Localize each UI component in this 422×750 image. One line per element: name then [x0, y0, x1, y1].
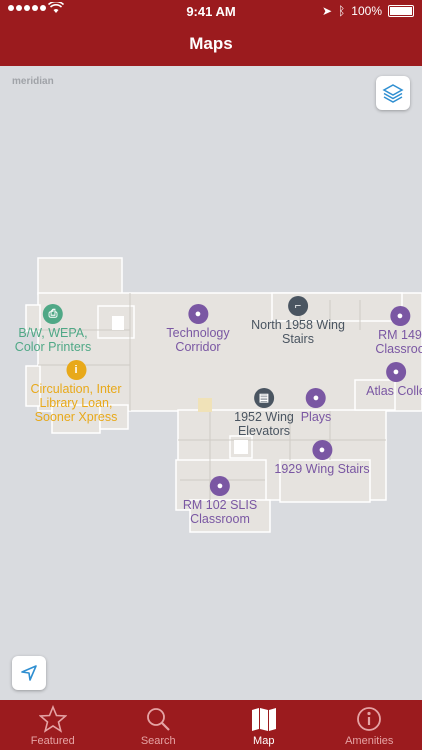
location-pin-icon: ● [312, 440, 332, 460]
tab-label: Amenities [345, 735, 394, 747]
search-icon [147, 708, 171, 731]
tab-label: Map [253, 735, 275, 747]
poi-1929-stairs[interactable]: ● 1929 Wing Stairs [274, 440, 370, 476]
location-pin-icon: ● [305, 388, 326, 408]
tab-bar: Featured Search Map Amenities [0, 700, 422, 750]
location-arrow-icon: ➤ [322, 4, 333, 18]
poi-north-1958-stairs[interactable]: ⌐ North 1958 Wing Stairs [251, 296, 345, 346]
poi-bw-wepa-printers[interactable]: ⎙ B/W, WEPA, Color Printers [15, 304, 91, 354]
tab-label: Search [140, 735, 176, 747]
page-title: Maps [189, 34, 233, 53]
poi-label-line: North 1958 Wing [251, 318, 345, 332]
battery-icon [388, 5, 414, 17]
navigation-arrow-icon [21, 665, 37, 681]
location-pin-icon: ● [188, 304, 208, 324]
info-icon [357, 707, 382, 731]
location-pin-icon: ● [386, 362, 406, 382]
tab-featured[interactable]: Featured [0, 700, 106, 750]
location-pin-icon: ● [389, 306, 410, 326]
poi-rm-102-slis[interactable]: ● RM 102 SLIS Classroom [183, 476, 257, 526]
poi-label-line: 1952 Wing [234, 410, 294, 424]
tab-search[interactable]: Search [106, 700, 212, 750]
poi-label-line: Circulation, Inter [30, 382, 122, 396]
poi-label-line: Atlas Colle [366, 384, 422, 398]
floor-map[interactable]: meridian ⎙ B/W, WEPA, Color Printers ● T… [0, 66, 422, 700]
poi-label-line: Technology [166, 326, 230, 340]
star-icon [38, 705, 67, 733]
location-pin-icon: ● [210, 476, 230, 496]
info-icon: i [65, 360, 86, 380]
poi-circulation[interactable]: i Circulation, Inter Library Loan, Soone… [30, 360, 122, 424]
poi-label-line: Elevators [237, 424, 291, 438]
tab-amenities[interactable]: Amenities [317, 700, 422, 750]
poi-label-line: 1929 Wing Stairs [274, 462, 370, 476]
battery-percent: 100% [351, 4, 382, 18]
poi-label-line: Sooner Xpress [34, 410, 118, 424]
tab-label: Featured [30, 735, 75, 747]
navigation-header: 9:41 AM ➤ ᛒ 100% Maps [0, 0, 422, 66]
printer-icon: ⎙ [42, 304, 63, 324]
poi-label-line: Corridor [175, 340, 221, 354]
poi-label-line: Stairs [282, 332, 314, 346]
stairs-icon: ⌐ [288, 296, 308, 316]
poi-label-line: Plays [300, 410, 332, 424]
elevator-icon: ▤ [253, 388, 274, 408]
poi-label-line: Classroo [375, 342, 422, 356]
poi-atlas-collection[interactable]: ● Atlas Colle [366, 362, 422, 398]
poi-label-line: RM 102 SLIS [182, 498, 258, 512]
status-bar: 9:41 AM ➤ ᛒ 100% [0, 0, 422, 22]
poi-label-line: RM 149 [378, 328, 422, 342]
map-icon [251, 708, 276, 731]
poi-label-line: Classroom [190, 512, 250, 526]
poi-label-line: Color Printers [14, 340, 92, 354]
poi-technology-corridor[interactable]: ● Technology Corridor [166, 304, 230, 354]
poi-plays[interactable]: ● Plays [300, 388, 332, 424]
poi-label-line: B/W, WEPA, [18, 326, 88, 340]
poi-rm-149[interactable]: ● RM 149 Classroo [375, 306, 422, 356]
bluetooth-icon: ᛒ [338, 4, 346, 18]
tab-map[interactable]: Map [211, 700, 317, 750]
locate-me-button[interactable] [12, 656, 46, 690]
poi-1952-elevators[interactable]: ▤ 1952 Wing Elevators [234, 388, 294, 438]
poi-label-line: Library Loan, [39, 396, 113, 410]
